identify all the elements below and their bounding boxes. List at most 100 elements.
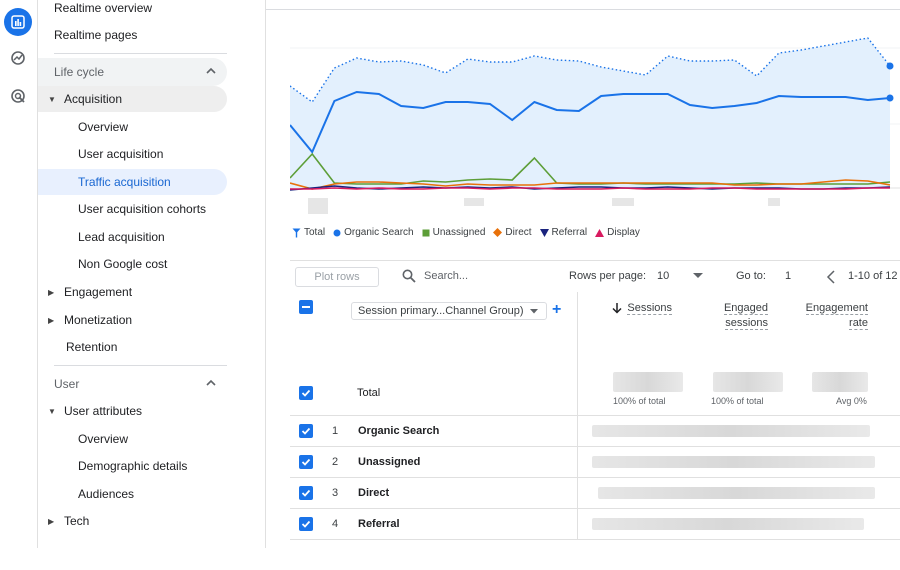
rows-per-page-select[interactable]: 10	[657, 270, 669, 282]
sidebar-item-lead-acquisition[interactable]: Lead acquisition	[78, 224, 165, 250]
search-icon	[402, 269, 416, 283]
sidebar-item-label: Acquisition	[64, 92, 123, 106]
redacted-row-values	[592, 425, 870, 437]
redacted-total-value	[613, 372, 683, 392]
explore-icon[interactable]	[4, 44, 32, 72]
legend-pin-icon	[292, 228, 301, 237]
add-dimension-icon[interactable]: +	[552, 301, 561, 319]
goto-label: Go to:	[736, 270, 766, 282]
table-row[interactable]: 2 Unassigned	[290, 446, 900, 478]
legend-item-unassigned[interactable]: Unassigned	[422, 227, 486, 238]
data-table: Session primary...Channel Group) + Total…	[290, 292, 900, 548]
column-header-label: Engaged	[723, 302, 768, 315]
legend-label: Unassigned	[432, 227, 486, 238]
table-row[interactable]: 1 Organic Search	[290, 415, 900, 447]
sidebar-item-realtime-overview[interactable]: Realtime overview	[54, 0, 265, 21]
row-dimension-cell: 2 Unassigned	[290, 447, 578, 478]
divider	[54, 365, 227, 366]
row-index: 1	[332, 425, 339, 437]
legend-triangle-down-icon	[539, 228, 549, 237]
sidebar-item-retention[interactable]: Retention	[66, 334, 117, 360]
goto-input[interactable]: 1	[785, 270, 791, 282]
legend-circle-icon	[333, 229, 341, 236]
sidebar-item-label: Non Google cost	[78, 257, 168, 271]
row-checkbox[interactable]	[299, 486, 313, 500]
section-label: User	[54, 377, 80, 391]
divider	[54, 53, 227, 54]
table-row	[290, 539, 900, 570]
redacted-row-values	[592, 518, 864, 530]
redacted-row-values	[592, 456, 875, 468]
row-checkbox[interactable]	[299, 424, 313, 438]
legend-label: Direct	[505, 227, 532, 238]
engagement-rate-column-header[interactable]: Engagement rate	[798, 301, 868, 331]
sidebar-item-label: Overview	[78, 432, 129, 446]
row-name[interactable]: Organic Search	[358, 425, 439, 437]
engaged-sessions-column-header[interactable]: Engaged sessions	[708, 301, 768, 331]
row-checkbox[interactable]	[299, 455, 313, 469]
plot-rows-button[interactable]: Plot rows	[295, 267, 379, 287]
sidebar-item-tech[interactable]: ▶ Tech	[48, 508, 89, 534]
sidebar-item-ua-overview[interactable]: Overview	[78, 426, 128, 452]
sidebar-item-user-attributes[interactable]: ▼ User attributes	[48, 398, 142, 424]
average-engagement-rate: Avg 0%	[836, 396, 867, 406]
total-checkbox[interactable]	[299, 386, 313, 400]
sidebar-item-monetization[interactable]: ▶ Monetization	[48, 307, 132, 333]
total-area-fill	[290, 38, 890, 188]
sidebar-item-user-acquisition-cohorts[interactable]: User acquisition cohorts	[78, 196, 206, 222]
divider	[290, 260, 900, 261]
row-checkbox[interactable]	[299, 517, 313, 531]
search-input[interactable]: Search...	[424, 270, 468, 282]
reports-icon[interactable]	[4, 8, 32, 36]
sidebar-item-acq-overview[interactable]: Overview	[78, 114, 128, 140]
sidebar-item-demographic-details[interactable]: Demographic details	[78, 453, 187, 479]
x-tick-label-redacted	[308, 198, 328, 214]
sidebar-item-user-acquisition[interactable]: User acquisition	[78, 141, 163, 167]
sessions-column-header[interactable]: Sessions	[612, 301, 672, 316]
table-row[interactable]: 4 Referral	[290, 508, 900, 540]
dropdown-arrow-icon[interactable]	[693, 273, 703, 279]
sidebar-item-audiences[interactable]: Audiences	[78, 481, 134, 507]
legend-item-direct[interactable]: Direct	[493, 227, 532, 238]
row-name[interactable]: Referral	[358, 518, 400, 530]
x-tick-label-redacted	[612, 198, 634, 206]
row-dimension-cell: 4 Referral	[290, 509, 578, 540]
sidebar-item-acquisition[interactable]: ▼ Acquisition	[38, 86, 227, 112]
total-sessions-share: 100% of total	[613, 396, 666, 406]
select-all-checkbox[interactable]	[299, 300, 313, 314]
sidebar-item-label: Demographic details	[78, 459, 188, 473]
sidebar-item-label: User acquisition	[78, 147, 164, 161]
table-toolbar: Plot rows Search... Rows per page: 10 Go…	[290, 262, 900, 292]
row-name[interactable]: Unassigned	[358, 456, 420, 468]
sidebar-item-realtime-pages[interactable]: Realtime pages	[54, 22, 265, 48]
chevron-left-icon[interactable]	[826, 270, 836, 284]
legend-diamond-icon	[493, 228, 503, 237]
sidebar-item-label: User attributes	[64, 404, 143, 418]
legend-item-organic-search[interactable]: Organic Search	[333, 227, 414, 238]
section-life-cycle[interactable]: Life cycle	[38, 58, 227, 86]
legend-triangle-up-icon	[595, 228, 605, 237]
table-row[interactable]: 3 Direct	[290, 477, 900, 509]
caret-right-icon: ▶	[48, 315, 55, 325]
sidebar-item-label: Engagement	[64, 285, 133, 299]
sidebar-item-non-google-cost[interactable]: Non Google cost	[78, 251, 167, 277]
search-box[interactable]: Search...	[402, 262, 468, 290]
advertising-icon[interactable]	[4, 82, 32, 110]
caret-right-icon: ▶	[48, 287, 55, 297]
column-header-label: sessions	[725, 317, 768, 330]
legend-item-referral[interactable]: Referral	[539, 227, 587, 238]
legend-item-display[interactable]: Display	[595, 227, 640, 238]
legend-item-total[interactable]: Total	[292, 227, 325, 238]
sidebar-item-label: Realtime pages	[54, 28, 138, 42]
check-icon	[301, 427, 311, 435]
sidebar-item-engagement[interactable]: ▶ Engagement	[48, 279, 132, 305]
row-dimension-cell: 1 Organic Search	[290, 416, 578, 447]
dimension-select[interactable]: Session primary...Channel Group)	[351, 302, 547, 320]
caret-down-icon: ▼	[48, 94, 56, 104]
caret-down-icon: ▼	[48, 406, 56, 416]
section-user[interactable]: User	[38, 370, 227, 398]
redacted-total-value	[812, 372, 868, 392]
row-name[interactable]: Direct	[358, 487, 389, 499]
rows-per-page-label: Rows per page:	[569, 270, 647, 282]
sidebar-item-traffic-acquisition[interactable]: Traffic acquisition	[38, 169, 227, 195]
